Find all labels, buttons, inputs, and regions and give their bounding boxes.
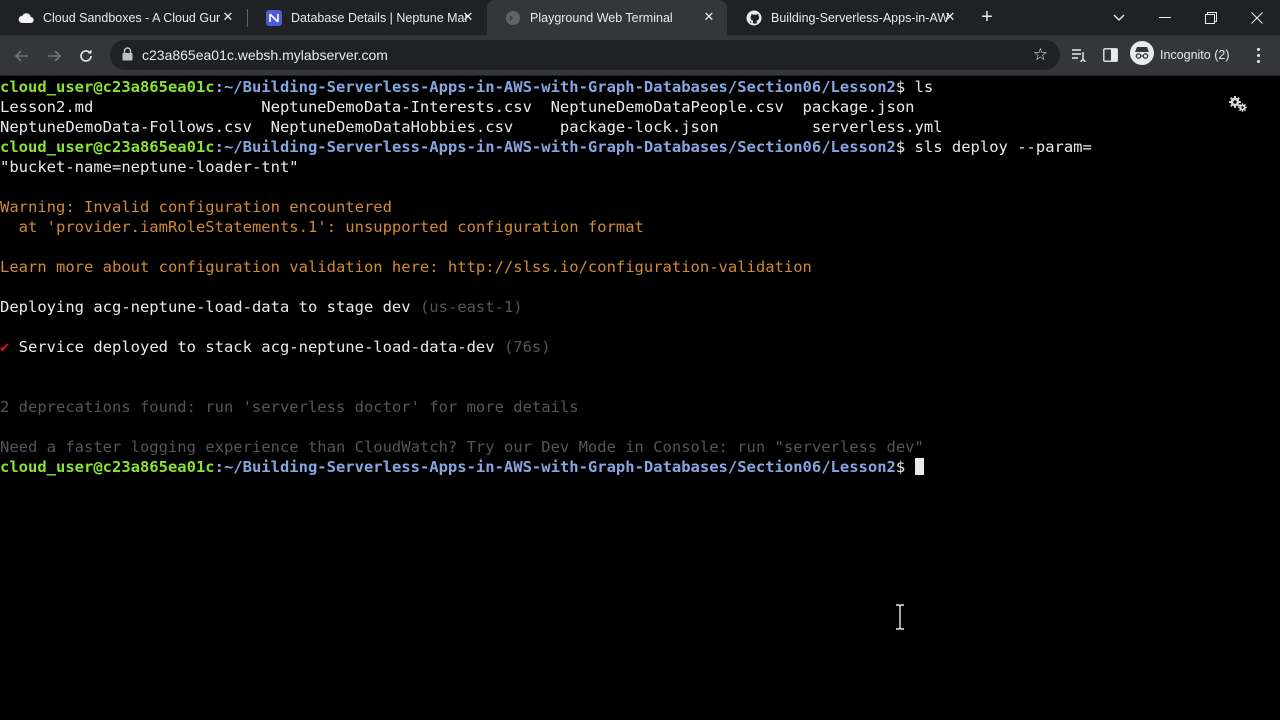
minimize-icon: [1159, 16, 1171, 18]
prompt-user: cloud_user@c23a865ea01c: [0, 458, 215, 476]
menu-dot: [1256, 53, 1260, 57]
chevron-down-icon: [1113, 14, 1125, 21]
menu-dot: [1256, 59, 1260, 63]
checkmark-icon: ✔: [0, 338, 10, 356]
back-button[interactable]: [9, 43, 35, 69]
close-icon: [1251, 11, 1263, 24]
tab-playground-web-terminal[interactable]: Playground Web Terminal ✕: [487, 0, 727, 35]
terminal-line-warning: Warning: Invalid configuration encounter…: [0, 198, 392, 216]
close-icon[interactable]: ✕: [942, 9, 958, 25]
new-tab-button[interactable]: +: [976, 7, 998, 29]
terminal-line-deployed: ✔ Service deployed to stack acg-neptune-…: [0, 337, 1280, 357]
tab-title: Database Details | Neptune Mana: [291, 10, 469, 25]
browser-toolbar: c23a865ea01c.websh.mylabserver.com ☆ Inc…: [0, 35, 1280, 76]
terminal-line-warning-detail: at 'provider.iamRoleStatements.1': unsup…: [0, 218, 644, 236]
aws-neptune-icon: [266, 9, 282, 26]
side-panel-icon[interactable]: [1101, 46, 1119, 64]
incognito-indicator[interactable]: Incognito (2): [1130, 40, 1230, 70]
close-icon[interactable]: ✕: [460, 9, 476, 25]
prompt-path: :~/Building-Serverless-Apps-in-AWS-with-…: [214, 78, 896, 96]
terminal-line-dev-mode: Need a faster logging experience than Cl…: [0, 438, 924, 456]
terminal-output: cloud_user@c23a865ea01c:~/Building-Serve…: [0, 77, 1280, 477]
url-text: c23a865ea01c.websh.mylabserver.com: [142, 47, 388, 63]
deploying-text: Deploying acg-neptune-load-data to stage…: [0, 298, 420, 316]
restore-button[interactable]: [1188, 0, 1234, 35]
tab-title: Playground Web Terminal: [530, 10, 673, 25]
lock-icon: [122, 47, 133, 66]
restore-icon: [1205, 11, 1217, 24]
tab-strip: Cloud Sandboxes - A Cloud Guru ✕ Databas…: [0, 0, 1280, 35]
cloud-guru-icon: [18, 10, 34, 26]
tab-cloud-sandboxes[interactable]: Cloud Sandboxes - A Cloud Guru ✕: [0, 0, 246, 35]
web-terminal[interactable]: cloud_user@c23a865ea01c:~/Building-Serve…: [0, 77, 1280, 720]
terminal-line-command-continuation: "bucket-name=neptune-loader-tnt": [0, 158, 299, 176]
close-window-button[interactable]: [1234, 0, 1280, 35]
reading-list-icon[interactable]: [1070, 46, 1088, 64]
forward-button[interactable]: [41, 43, 67, 69]
menu-dot: [1256, 47, 1260, 51]
deployed-time: (76s): [503, 338, 551, 356]
close-icon[interactable]: ✕: [701, 9, 717, 25]
prompt-user: cloud_user@c23a865ea01c: [0, 78, 215, 96]
prompt-path: :~/Building-Serverless-Apps-in-AWS-with-…: [214, 138, 896, 156]
back-arrow-icon: [14, 50, 28, 62]
tab-github-repo[interactable]: Building-Serverless-Apps-in-AWS ✕: [728, 0, 968, 35]
terminal-globe-icon: [505, 10, 521, 26]
command-text: ls: [914, 78, 934, 96]
reload-button[interactable]: [73, 43, 99, 69]
command-text: sls deploy --param=: [914, 138, 1092, 156]
gears-icon[interactable]: [1228, 94, 1248, 114]
terminal-line-ls-output: NeptuneDemoData-Follows.csv NeptuneDemoD…: [0, 118, 943, 136]
deploying-region: (us-east-1): [419, 298, 523, 316]
incognito-icon: [1130, 40, 1154, 70]
address-bar[interactable]: c23a865ea01c.websh.mylabserver.com ☆: [110, 40, 1060, 70]
terminal-line-prompt: cloud_user@c23a865ea01c:~/Building-Serve…: [0, 77, 1280, 97]
prompt-user: cloud_user@c23a865ea01c: [0, 138, 215, 156]
terminal-line-ls-output: Lesson2.md NeptuneDemoData-Interests.csv…: [0, 98, 915, 116]
close-icon[interactable]: ✕: [220, 9, 236, 25]
browser-menu-button[interactable]: [1250, 45, 1266, 65]
tab-database-details[interactable]: Database Details | Neptune Mana ✕: [248, 0, 486, 35]
prompt-path: :~/Building-Serverless-Apps-in-AWS-with-…: [214, 458, 896, 476]
incognito-label: Incognito (2): [1160, 48, 1230, 62]
prompt-suffix: $: [895, 138, 915, 156]
tab-title: Cloud Sandboxes - A Cloud Guru: [43, 10, 221, 25]
terminal-line-learn-more: Learn more about configuration validatio…: [0, 258, 812, 276]
bookmark-star-icon[interactable]: ☆: [1033, 45, 1048, 65]
reload-icon: [80, 49, 92, 62]
terminal-line-deprecations: 2 deprecations found: run 'serverless do…: [0, 398, 579, 416]
forward-arrow-icon: [48, 50, 62, 62]
tab-title: Building-Serverless-Apps-in-AWS: [771, 10, 949, 25]
tab-search-button[interactable]: [1096, 0, 1142, 35]
text-cursor-icon: [894, 604, 906, 630]
terminal-line-prompt: cloud_user@c23a865ea01c:~/Building-Serve…: [0, 457, 1280, 477]
terminal-cursor: [914, 458, 924, 475]
github-icon: [746, 10, 762, 26]
terminal-line-prompt: cloud_user@c23a865ea01c:~/Building-Serve…: [0, 137, 1280, 157]
prompt-suffix: $: [895, 78, 915, 96]
terminal-line-deploying: Deploying acg-neptune-load-data to stage…: [0, 297, 1280, 317]
prompt-suffix: $: [895, 458, 915, 476]
minimize-button[interactable]: [1142, 0, 1188, 35]
deployed-text: Service deployed to stack acg-neptune-lo…: [9, 338, 504, 356]
